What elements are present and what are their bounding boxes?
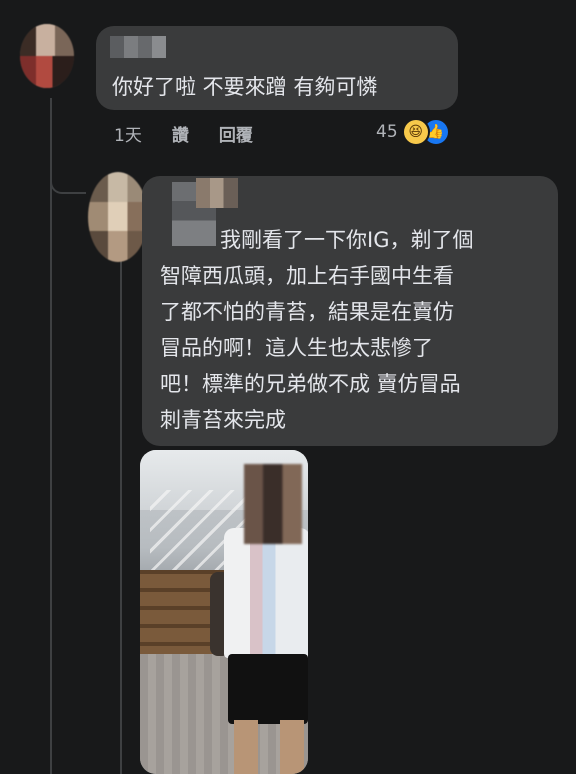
photo-person-face-pixelated (244, 464, 302, 544)
reply-text-line-1: 我剛看了一下你IG，剃了個 (220, 228, 474, 252)
photo-person-leg (234, 720, 258, 774)
reply-text-rest: 智障西瓜頭，加上右手國中生看 了都不怕的青苔，結果是在賣仿 冒品的啊！這人生也太… (160, 264, 461, 432)
reply-connector (50, 168, 86, 194)
reply-button[interactable]: 回覆 (219, 121, 253, 146)
reply-photo[interactable] (140, 450, 308, 774)
reply-thread-line (120, 260, 122, 774)
reply-text: 我剛看了一下你IG，剃了個 智障西瓜頭，加上右手國中生看 了都不怕的青苔，結果是… (160, 222, 540, 438)
reply-name-pixelated-sticker (196, 178, 238, 208)
photo-person-leg (280, 720, 304, 774)
reaction-count: 45 (376, 122, 398, 142)
haha-icon: 😆 (401, 118, 430, 146)
photo-person-shorts (228, 654, 308, 724)
comment-timestamp[interactable]: 1天 (114, 121, 142, 146)
reaction-summary[interactable]: 45 😆 👍 (376, 118, 450, 146)
commenter-name-pixelated[interactable] (110, 36, 166, 58)
comment-text: 你好了啦 不要來蹭 有夠可憐 (112, 75, 378, 99)
reply-avatar[interactable] (88, 172, 148, 262)
commenter-avatar[interactable] (20, 24, 74, 88)
like-button[interactable]: 讚 (172, 121, 189, 146)
photo-person-shirt (224, 528, 308, 658)
comment-actions: 1天 讚 回覆 (114, 121, 253, 146)
thread-line (50, 98, 52, 774)
